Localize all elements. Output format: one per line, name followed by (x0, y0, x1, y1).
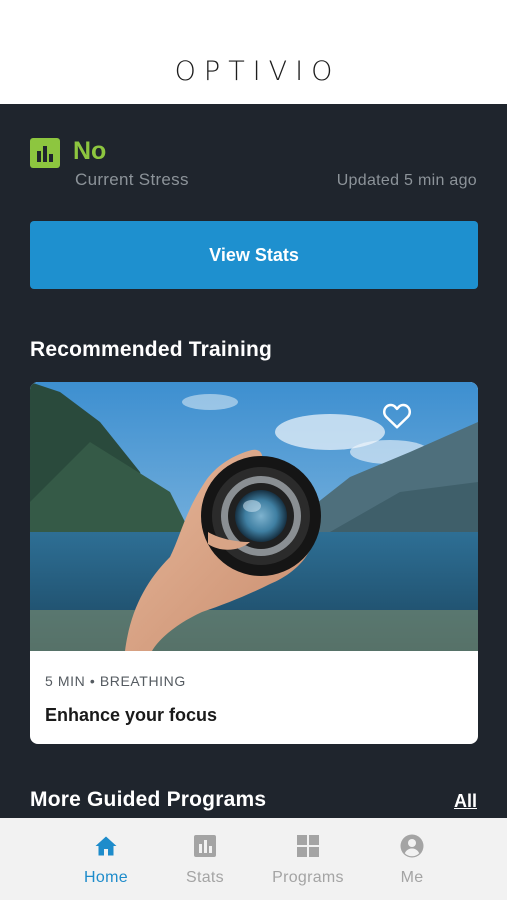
all-programs-link[interactable]: All (454, 790, 477, 812)
tab-programs-label: Programs (272, 869, 344, 886)
recommended-training-heading: Recommended Training (30, 338, 273, 361)
training-card-meta: 5 MIN • BREATHING (45, 673, 186, 689)
stress-status-value: No (73, 137, 107, 165)
stress-status-label: Current Stress (75, 170, 189, 189)
tab-programs[interactable]: Programs (253, 818, 363, 900)
app-logo: OPTIVIO (174, 56, 341, 87)
grid-icon (297, 835, 319, 857)
tab-home-label: Home (84, 869, 128, 886)
stress-chart-icon (30, 138, 60, 168)
home-content: No Current Stress Updated 5 min ago View… (0, 104, 507, 818)
training-card-image (30, 382, 478, 651)
tab-me[interactable]: Me (357, 818, 467, 900)
app-header: OPTIVIO (0, 0, 507, 104)
bar-chart-icon (194, 835, 216, 857)
home-icon (95, 836, 117, 856)
view-stats-button[interactable]: View Stats (30, 221, 478, 289)
user-circle-icon (400, 834, 424, 858)
updated-timestamp: Updated 5 min ago (336, 172, 477, 189)
tab-stats[interactable]: Stats (150, 818, 260, 900)
heart-outline-icon[interactable] (382, 402, 412, 430)
tab-home[interactable]: Home (51, 818, 161, 900)
more-programs-heading: More Guided Programs (30, 788, 267, 811)
tab-stats-label: Stats (186, 869, 224, 886)
bottom-tab-bar: Home Stats Programs Me (0, 818, 507, 900)
tab-me-label: Me (400, 869, 424, 886)
training-card-title: Enhance your focus (45, 705, 218, 725)
training-card[interactable]: 5 MIN • BREATHING Enhance your focus (30, 382, 478, 744)
